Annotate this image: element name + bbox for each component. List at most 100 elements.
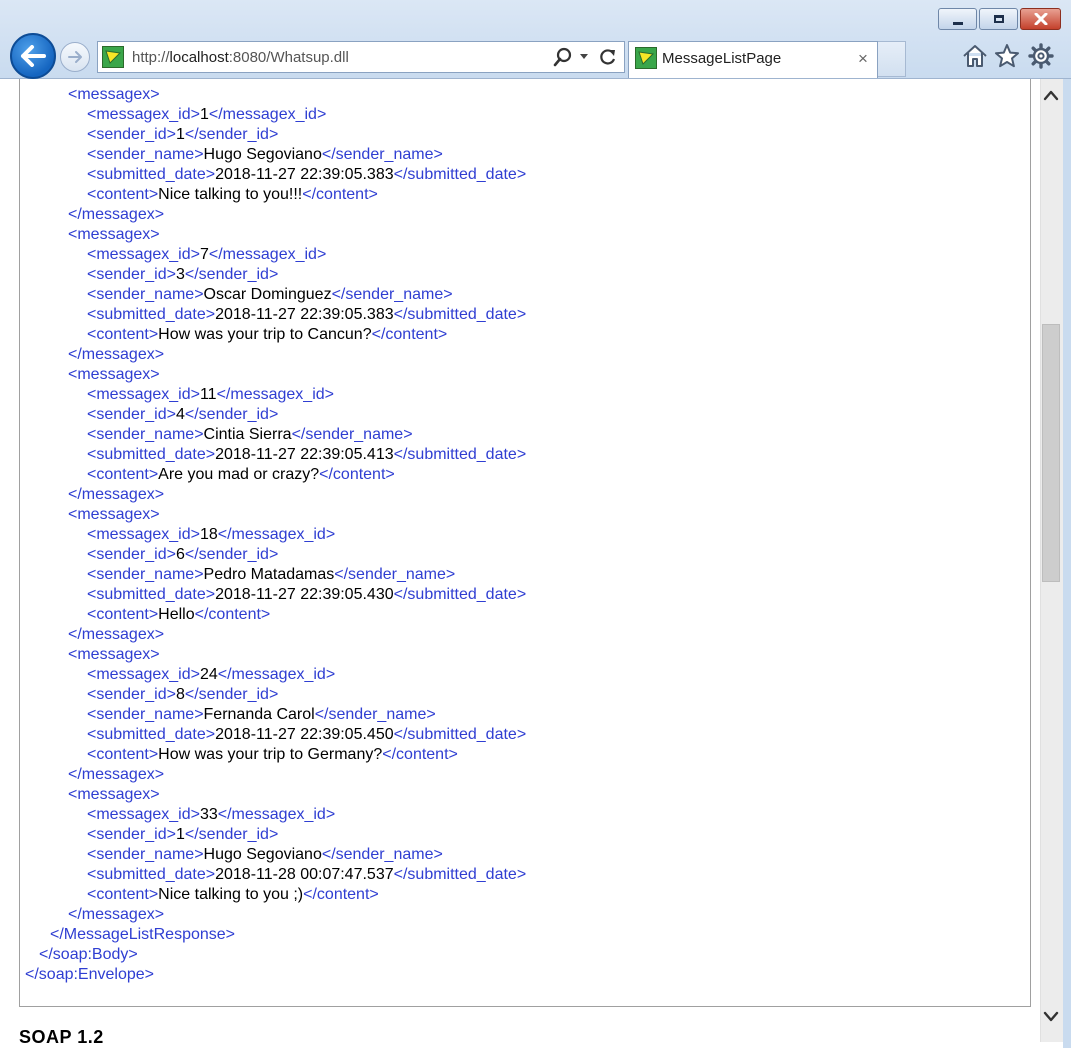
xml-close-tag: </content> [302,186,378,203]
address-bar[interactable]: http://localhost:8080/Whatsup.dll [97,41,625,73]
xml-line-message-open: <messagex> [68,785,160,805]
tab-message-list[interactable]: MessageListPage × [628,41,878,78]
xml-line-message-close: </messagex> [68,205,164,225]
chevron-down-icon[interactable] [579,51,589,61]
xml-open-tag: <sender_name> [87,566,204,583]
xml-value-sender-id: 8 [175,686,185,703]
xml-open-tag: <sender_name> [87,286,204,303]
scrollbar-thumb[interactable] [1042,324,1060,582]
xml-open-tag: <messagex_id> [87,386,200,403]
xml-line-messagex-id: <messagex_id>1</messagex_id> [87,105,326,125]
address-url[interactable]: http://localhost:8080/Whatsup.dll [132,49,349,66]
xml-open-tag: <messagex_id> [87,526,200,543]
xml-line-message-close: </messagex> [68,625,164,645]
xml-open-tag: <sender_name> [87,706,204,723]
xml-line-message-open: <messagex> [68,85,160,105]
new-tab-button[interactable] [878,41,906,77]
xml-value-sender-id: 3 [175,266,185,283]
maximize-icon [993,15,1004,23]
xml-open-tag: <sender_id> [87,266,176,283]
xml-tag: </messagex> [68,206,165,223]
xml-close-tag: </messagex_id> [208,106,327,123]
xml-close-tag: </submitted_date> [393,586,527,603]
xml-line-content: <content>Nice talking to you ;)</content… [87,885,379,905]
tab-close-icon[interactable]: × [858,49,868,69]
xml-value-submitted-date: 2018-11-27 22:39:05.450 [215,726,394,743]
xml-line-messagex-id: <messagex_id>18</messagex_id> [87,525,335,545]
refresh-icon[interactable] [598,47,618,67]
xml-close-tag: </sender_name> [334,566,456,583]
xml-open-tag: <sender_name> [87,146,204,163]
site-favicon-icon [102,46,124,68]
xml-line-submitted-date: <submitted_date>2018-11-27 22:39:05.430<… [87,585,526,605]
xml-close-tag: </content> [194,606,271,623]
xml-line-submitted-date: <submitted_date>2018-11-27 22:39:05.450<… [87,725,526,745]
xml-value-content: Hello [158,606,195,623]
url-rest: :8080/Whatsup.dll [228,49,349,66]
home-icon[interactable] [961,42,989,70]
xml-value-sender-name: Pedro Matadamas [203,566,335,583]
xml-open-tag: <messagex_id> [87,666,200,683]
xml-open-tag: <messagex_id> [87,246,200,263]
xml-value-sender-name: Cintia Sierra [203,426,292,443]
xml-close-tag: </messagex_id> [217,666,336,683]
xml-line-sender-name: <sender_name>Fernanda Carol</sender_name… [87,705,436,725]
xml-open-tag: <messagex_id> [87,806,200,823]
xml-open-tag: <sender_name> [87,846,204,863]
back-arrow-icon [21,45,46,67]
xml-line-message-close: </messagex> [68,765,164,785]
xml-open-tag: <sender_name> [87,426,204,443]
xml-line-message-close: </messagex> [68,485,164,505]
close-window-button[interactable] [1020,8,1061,30]
url-host: localhost [169,49,229,66]
xml-value-sender-id: 1 [175,126,185,143]
xml-tag: </MessageListResponse> [50,926,235,943]
xml-response-box: <MessageListResponse xmlns="http://www.u… [19,79,1031,1007]
back-button[interactable] [10,33,56,79]
star-icon[interactable] [993,42,1021,70]
scroll-down-icon[interactable] [1042,1006,1060,1026]
xml-line-sender-name: <sender_name>Cintia Sierra</sender_name> [87,425,413,445]
xml-open-tag: <content> [87,326,159,343]
xml-close-tag: </content> [371,326,448,343]
xml-value-content: How was your trip to Germany? [158,746,383,763]
xml-value-sender-id: 4 [175,406,185,423]
xml-tag: <messagex> [68,506,160,523]
xml-open-tag: <sender_id> [87,546,176,563]
xml-tag: <messagex> [68,226,160,243]
xml-open-tag: <submitted_date> [87,726,216,743]
maximize-button[interactable] [979,8,1018,30]
minimize-icon [952,21,963,25]
xml-value-messagex-id: 1 [199,106,209,123]
forward-arrow-icon [68,51,82,63]
minimize-button[interactable] [938,8,977,30]
xml-line-message-close: </messagex> [68,345,164,365]
xml-open-tag: <submitted_date> [87,866,216,883]
xml-line-submitted-date: <submitted_date>2018-11-27 22:39:05.383<… [87,305,526,325]
scroll-up-icon[interactable] [1042,86,1060,106]
xml-value-sender-name: Hugo Segoviano [203,146,322,163]
xml-close-tag: </messagex_id> [208,246,327,263]
xml-line-messagex-id: <messagex_id>7</messagex_id> [87,245,326,265]
xml-close-tag: </submitted_date> [393,166,527,183]
xml-tag: <messagex> [68,86,160,103]
xml-line-sender-name: <sender_name>Pedro Matadamas</sender_nam… [87,565,455,585]
xml-close-tag: </messagex_id> [217,526,336,543]
xml-line-content: <content>How was your trip to Cancun?</c… [87,325,447,345]
xml-value-content: How was your trip to Cancun? [158,326,372,343]
xml-line-sender-id: <sender_id>8</sender_id> [87,685,278,705]
xml-close-tag: </submitted_date> [393,726,527,743]
xml-value-messagex-id: 7 [199,246,209,263]
xml-value-sender-name: Oscar Dominguez [203,286,332,303]
xml-line-sender-id: <sender_id>1</sender_id> [87,825,278,845]
xml-open-tag: <messagex_id> [87,106,200,123]
xml-line-message-open: <messagex> [68,225,160,245]
gear-icon[interactable] [1027,42,1055,70]
xml-line-sender-name: <sender_name>Hugo Segoviano</sender_name… [87,845,443,865]
xml-open-tag: <content> [87,746,159,763]
forward-button[interactable] [60,42,90,72]
xml-open-tag: <sender_id> [87,406,176,423]
xml-close-tag: </submitted_date> [393,866,527,883]
url-prefix: http:// [132,49,170,66]
search-icon[interactable] [553,47,573,67]
